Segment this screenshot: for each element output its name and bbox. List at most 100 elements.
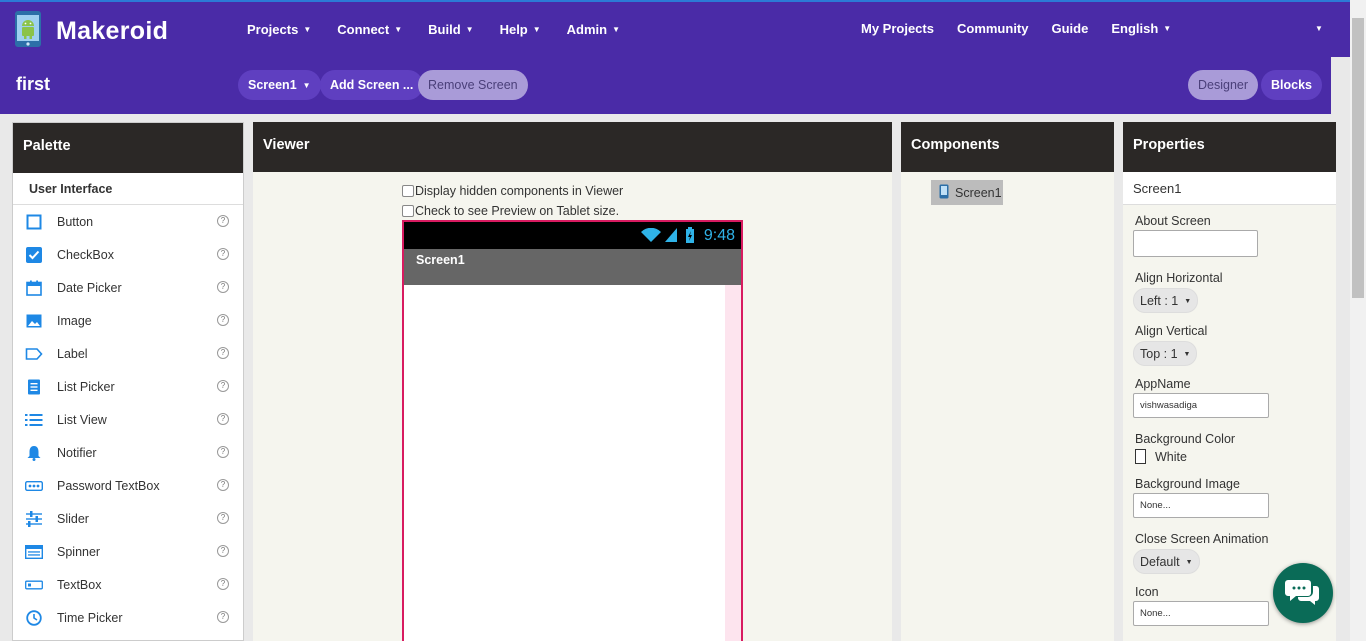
chat-bubbles-icon — [1285, 576, 1321, 611]
palette-item-image[interactable]: Image? — [13, 304, 243, 337]
phone-screen-title: Screen1 — [404, 249, 741, 285]
palette-item-label: Time Picker — [57, 610, 123, 625]
help-icon[interactable]: ? — [217, 314, 229, 326]
close-animation-dropdown[interactable]: Default ▼ — [1133, 549, 1200, 574]
project-title: first — [16, 74, 51, 94]
properties-title: Properties — [1123, 122, 1336, 172]
help-icon[interactable]: ? — [217, 380, 229, 392]
help-icon[interactable]: ? — [217, 446, 229, 458]
app-name-input[interactable]: vishwasadiga — [1133, 393, 1269, 418]
palette-item-label: CheckBox — [57, 247, 114, 262]
spinner-icon — [25, 543, 43, 561]
page-scrollbar-thumb[interactable] — [1352, 18, 1364, 298]
menu-my-projects[interactable]: My Projects — [861, 21, 934, 36]
menu-label: Build — [428, 22, 461, 37]
menu-label: Connect — [337, 22, 390, 37]
palette-category-user-interface[interactable]: User Interface — [13, 173, 243, 205]
palette-item-textbox[interactable]: TextBox? — [13, 568, 243, 601]
tablet-preview-checkbox[interactable] — [402, 205, 414, 217]
palette-item-button[interactable]: Button? — [13, 205, 243, 238]
menu-help[interactable]: Help ▼ — [500, 22, 541, 37]
image-icon — [25, 312, 43, 330]
menu-label: Admin — [566, 22, 608, 37]
palette-item-notifier[interactable]: Notifier? — [13, 436, 243, 469]
brand[interactable]: Makeroid — [14, 10, 168, 53]
icon-picker[interactable]: None... — [1133, 601, 1269, 626]
hidden-components-checkbox[interactable] — [402, 185, 414, 197]
color-value: White — [1155, 449, 1187, 464]
palette-item-label: Date Picker — [57, 280, 122, 295]
caret-down-icon: ▼ — [1183, 351, 1191, 358]
bell-icon — [25, 444, 43, 462]
wifi-icon — [640, 227, 665, 244]
checkbox-icon — [25, 246, 43, 264]
dropdown-value: Top : 1 — [1140, 347, 1178, 361]
signal-icon — [664, 227, 681, 244]
designer-button[interactable]: Designer — [1188, 70, 1259, 100]
menu-connect[interactable]: Connect ▼ — [337, 22, 402, 37]
menu-community[interactable]: Community — [957, 21, 1029, 36]
caret-down-icon: ▼ — [1185, 559, 1193, 566]
background-image-picker[interactable]: None... — [1133, 493, 1269, 518]
palette-item-time-picker[interactable]: Time Picker? — [13, 601, 243, 634]
menu-build[interactable]: Build ▼ — [428, 22, 473, 37]
palette-item-list-view[interactable]: List View? — [13, 403, 243, 436]
help-icon[interactable]: ? — [217, 248, 229, 260]
background-color-picker[interactable]: White — [1135, 449, 1187, 464]
help-icon[interactable]: ? — [217, 347, 229, 359]
align-horizontal-dropdown[interactable]: Left : 1 ▼ — [1133, 288, 1199, 313]
palette-item-label: List Picker — [57, 379, 115, 394]
color-swatch — [1135, 449, 1146, 464]
help-icon[interactable]: ? — [217, 512, 229, 524]
remove-screen-button[interactable]: Remove Screen — [418, 70, 528, 100]
screen-select-label: Screen1 — [248, 78, 297, 92]
about-screen-textarea[interactable] — [1133, 230, 1258, 257]
palette-item-label: Notifier — [57, 445, 97, 460]
android-logo-icon — [14, 10, 42, 53]
palette-item-checkbox[interactable]: CheckBox? — [13, 238, 243, 271]
chat-support-button[interactable] — [1273, 563, 1333, 623]
palette-list: Button? CheckBox? Date Picker? Image? Label?… — [13, 205, 243, 634]
blocks-button[interactable]: Blocks — [1261, 70, 1322, 100]
help-icon[interactable]: ? — [217, 215, 229, 227]
menu-projects[interactable]: Projects ▼ — [247, 22, 311, 37]
add-screen-button[interactable]: Add Screen ... — [320, 70, 424, 100]
component-label: Screen1 — [955, 185, 1002, 200]
menu-language[interactable]: English ▼ — [1111, 21, 1171, 36]
menu-admin[interactable]: Admin ▼ — [567, 22, 620, 37]
phone-preview[interactable]: 9:48 Screen1 — [402, 220, 743, 641]
palette-item-label: TextBox — [57, 577, 102, 592]
slider-icon — [25, 510, 43, 528]
palette-item-date-picker[interactable]: Date Picker? — [13, 271, 243, 304]
help-icon[interactable]: ? — [217, 611, 229, 623]
components-title: Components — [901, 122, 1114, 172]
calendar-icon — [25, 279, 43, 297]
palette-item-password-textbox[interactable]: Password TextBox? — [13, 469, 243, 502]
palette-item-slider[interactable]: Slider? — [13, 502, 243, 535]
close-animation-label: Close Screen Animation — [1135, 532, 1269, 546]
help-icon[interactable]: ? — [217, 578, 229, 590]
align-vertical-dropdown[interactable]: Top : 1 ▼ — [1133, 341, 1198, 366]
properties-selected-component: Screen1 — [1123, 172, 1336, 205]
help-icon[interactable]: ? — [217, 413, 229, 425]
help-icon[interactable]: ? — [217, 545, 229, 557]
caret-down-icon: ▼ — [1184, 298, 1192, 305]
component-tree-screen1[interactable]: Screen1 — [931, 180, 1003, 205]
align-horizontal-label: Align Horizontal — [1135, 271, 1223, 285]
brand-name: Makeroid — [56, 17, 169, 45]
menu-guide[interactable]: Guide — [1051, 21, 1088, 36]
palette-item-list-picker[interactable]: List Picker? — [13, 370, 243, 403]
screen-select-button[interactable]: Screen1 ▼ — [238, 70, 321, 100]
help-icon[interactable]: ? — [217, 479, 229, 491]
palette-item-spinner[interactable]: Spinner? — [13, 535, 243, 568]
phone-icon — [939, 184, 955, 202]
hidden-components-label: Display hidden components in Viewer — [415, 184, 624, 198]
palette-item-label[interactable]: Label? — [13, 337, 243, 370]
viewer-title: Viewer — [253, 122, 892, 172]
menu-label: English — [1111, 21, 1159, 36]
help-icon[interactable]: ? — [217, 281, 229, 293]
label-icon — [25, 345, 43, 363]
account-dropdown-icon[interactable]: ▼ — [1315, 24, 1323, 33]
clock-icon — [25, 609, 43, 627]
phone-status-bar: 9:48 — [404, 222, 741, 249]
